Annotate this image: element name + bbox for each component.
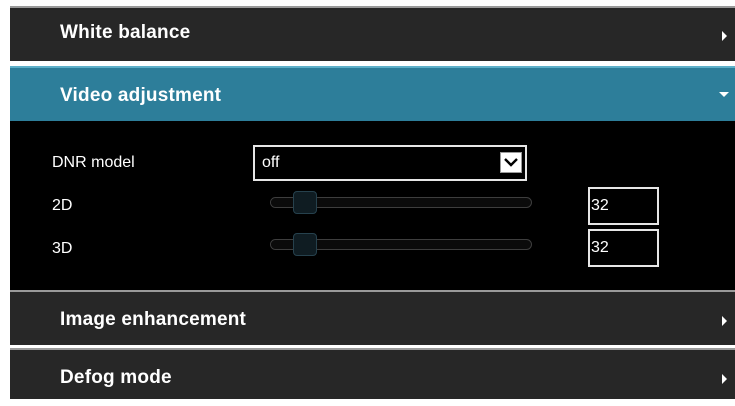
chevron-down-icon xyxy=(504,158,518,167)
3d-slider-handle[interactable] xyxy=(292,233,317,256)
3d-label: 3D xyxy=(52,240,73,257)
3d-slider[interactable] xyxy=(270,233,532,256)
chevron-down-icon xyxy=(719,92,729,97)
dropdown-button[interactable] xyxy=(500,152,522,173)
section-title-image-enhancement: Image enhancement xyxy=(60,309,247,330)
section-white-balance[interactable]: White balance xyxy=(10,6,735,61)
chevron-right-icon xyxy=(722,31,727,41)
2d-slider[interactable] xyxy=(270,191,532,214)
chevron-right-icon xyxy=(722,316,727,326)
dnr-model-value: off xyxy=(262,154,280,171)
section-defog-mode[interactable]: Defog mode xyxy=(10,348,735,399)
dnr-model-select[interactable]: off xyxy=(253,145,527,181)
section-video-adjustment[interactable]: Video adjustment xyxy=(10,66,735,121)
dnr-model-label: DNR model xyxy=(52,154,135,171)
section-title-video-adjustment: Video adjustment xyxy=(60,85,222,106)
chevron-right-icon xyxy=(722,374,727,384)
3d-value-input[interactable]: 32 xyxy=(588,229,659,267)
2d-slider-handle[interactable] xyxy=(292,191,317,214)
section-title-white-balance: White balance xyxy=(60,22,191,43)
2d-value-input[interactable]: 32 xyxy=(588,187,659,225)
section-image-enhancement[interactable]: Image enhancement xyxy=(10,290,735,345)
2d-label: 2D xyxy=(52,197,73,214)
section-title-defog-mode: Defog mode xyxy=(60,367,172,388)
